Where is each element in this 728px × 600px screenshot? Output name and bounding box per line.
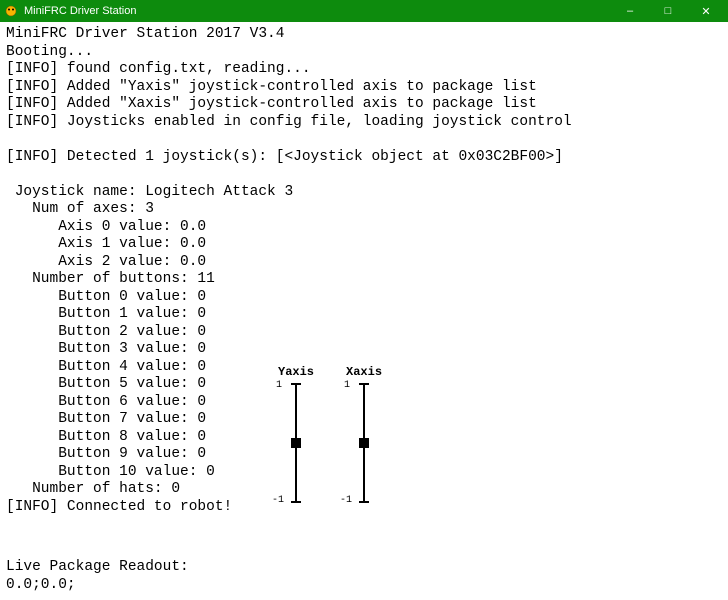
axis-xaxis: Xaxis 1 -1 <box>346 365 382 503</box>
axis-tick-icon <box>359 501 369 503</box>
console-line: [INFO] Added "Yaxis" joystick-controlled… <box>6 79 537 95</box>
axis-scale-bottom: -1 <box>340 495 352 506</box>
maximize-button[interactable]: □ <box>658 3 678 19</box>
console-line: Button 7 value: 0 <box>6 411 206 427</box>
console-line: Axis 0 value: 0.0 <box>6 219 206 235</box>
console-line: Button 9 value: 0 <box>6 446 206 462</box>
console-line: Button 1 value: 0 <box>6 306 206 322</box>
console-line: Button 10 value: 0 <box>6 464 215 480</box>
app-icon <box>4 4 18 18</box>
console-line: Button 5 value: 0 <box>6 376 206 392</box>
console-line: Button 8 value: 0 <box>6 429 206 445</box>
console-line: [INFO] found config.txt, reading... <box>6 61 311 77</box>
console-line: Axis 2 value: 0.0 <box>6 254 206 270</box>
axis-track: 1 -1 <box>352 383 376 503</box>
window-title: MiniFRC Driver Station <box>24 5 620 17</box>
console-line: Button 4 value: 0 <box>6 359 206 375</box>
console-line: Button 0 value: 0 <box>6 289 206 305</box>
console-line: Num of axes: 3 <box>6 201 154 217</box>
console-line: [INFO] Added "Xaxis" joystick-controlled… <box>6 96 537 112</box>
axis-tick-icon <box>291 501 301 503</box>
console-line: Axis 1 value: 0.0 <box>6 236 206 252</box>
axis-label: Yaxis <box>278 365 314 379</box>
readout-label: Live Package Readout: <box>6 559 189 575</box>
axis-tick-icon <box>359 383 369 385</box>
axis-label: Xaxis <box>346 365 382 379</box>
console-line: Joystick name: Logitech Attack 3 <box>6 184 293 200</box>
console-header: MiniFRC Driver Station 2017 V3.4 <box>6 26 284 42</box>
console-line: Number of hats: 0 <box>6 481 180 497</box>
console-line: [INFO] Detected 1 joystick(s): [<Joystic… <box>6 149 563 165</box>
axis-scale-top: 1 <box>276 380 282 391</box>
axis-track: 1 -1 <box>284 383 308 503</box>
console-line: [INFO] Joysticks enabled in config file,… <box>6 114 572 130</box>
axis-scale-top: 1 <box>344 380 350 391</box>
console-line: Button 3 value: 0 <box>6 341 206 357</box>
console-line: [INFO] Connected to robot! <box>6 499 232 515</box>
console-line: Button 6 value: 0 <box>6 394 206 410</box>
minimize-button[interactable]: – <box>620 3 640 19</box>
axis-knob[interactable] <box>359 438 369 448</box>
window-controls: – □ ✕ <box>620 3 724 19</box>
axis-knob[interactable] <box>291 438 301 448</box>
axis-tick-icon <box>291 383 301 385</box>
axis-visualization: Yaxis 1 -1 Xaxis 1 -1 <box>278 365 382 503</box>
close-button[interactable]: ✕ <box>696 3 716 19</box>
console-line: Button 2 value: 0 <box>6 324 206 340</box>
axis-yaxis: Yaxis 1 -1 <box>278 365 314 503</box>
live-package-readout: Live Package Readout: 0.0;0.0; <box>6 559 189 594</box>
axis-scale-bottom: -1 <box>272 495 284 506</box>
console-line: Booting... <box>6 44 93 60</box>
console-line: Number of buttons: 11 <box>6 271 215 287</box>
readout-value: 0.0;0.0; <box>6 577 76 593</box>
window-titlebar: MiniFRC Driver Station – □ ✕ <box>0 0 728 22</box>
